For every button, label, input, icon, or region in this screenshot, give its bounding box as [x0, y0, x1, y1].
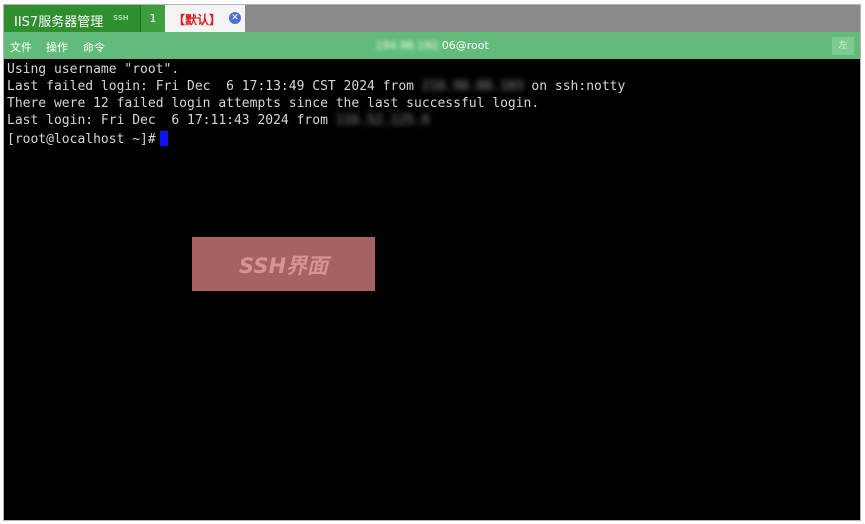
host-visible: 06@root — [441, 39, 489, 52]
menu-bar: 文件 操作 命令 194.98.192.06@root 左 — [4, 32, 860, 59]
last-failed-prefix: Last failed login: Fri Dec 6 17:13:49 CS… — [7, 79, 422, 94]
terminal-prompt-line: [root@localhost ~]# — [7, 131, 168, 147]
ssh-interface-text: SSH界面 — [238, 254, 329, 278]
terminal-line-failed-attempts: There were 12 failed login attempts sinc… — [7, 96, 540, 111]
tab-bar: IIS7服务器管理 SSH 1 【默认】 ✕ — [4, 5, 860, 32]
menu-right-button[interactable]: 左 — [832, 37, 854, 55]
last-login-prefix: Last login: Fri Dec 6 17:11:43 2024 from — [7, 113, 336, 128]
last-failed-suffix: on ssh:notty — [523, 79, 626, 94]
terminal-line-username: Using username "root". — [7, 62, 180, 77]
ssh-interface-label: SSH界面 — [192, 237, 375, 291]
last-login-ip: 116.52.125.6 — [335, 113, 430, 128]
terminal-line-last-failed: Last failed login: Fri Dec 6 17:13:49 CS… — [7, 79, 625, 94]
session-label: 【默认】 — [173, 13, 222, 27]
tab-session[interactable]: 【默认】 ✕ — [165, 5, 245, 32]
close-icon[interactable]: ✕ — [229, 12, 241, 24]
last-failed-ip: 218.90.88.103 — [421, 79, 524, 94]
tab-app[interactable]: IIS7服务器管理 SSH — [4, 5, 141, 32]
tab-session-number[interactable]: 1 — [141, 5, 165, 32]
host-blurred: 194.98.192. — [375, 39, 442, 52]
host-title: 194.98.192.06@root — [4, 39, 860, 52]
terminal-line-last-login: Last login: Fri Dec 6 17:11:43 2024 from… — [7, 113, 430, 128]
ssh-window: IIS7服务器管理 SSH 1 【默认】 ✕ 文件 操作 命令 194.98.1… — [3, 4, 861, 521]
app-title: IIS7服务器管理 — [14, 15, 104, 30]
shell-prompt: [root@localhost ~]# — [7, 132, 156, 147]
terminal[interactable]: Using username "root". Last failed login… — [4, 60, 860, 520]
terminal-cursor — [159, 131, 168, 146]
ssh-badge: SSH — [113, 14, 129, 22]
